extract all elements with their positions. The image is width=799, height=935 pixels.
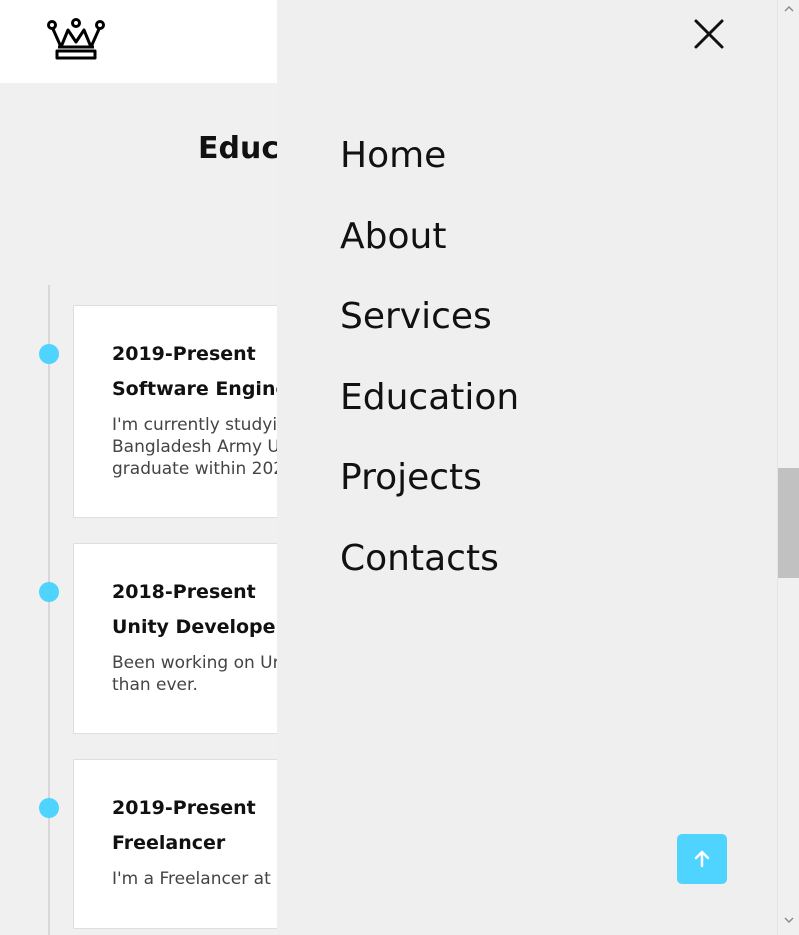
- timeline-description: I'm a Freelancer at U: [112, 869, 289, 889]
- timeline-card: 2019-Present Freelancer I'm a Freelancer…: [73, 759, 293, 929]
- nav-item-projects[interactable]: Projects: [340, 456, 482, 500]
- nav-item-about[interactable]: About: [340, 215, 446, 259]
- scrollbar-thumb[interactable]: [778, 468, 799, 578]
- nav-item-contacts[interactable]: Contacts: [340, 537, 499, 581]
- timeline-card: 2018-Present Unity Developer Been workin…: [73, 543, 293, 734]
- timeline-description: I'm currently studyi Bangladesh Army U g…: [112, 415, 285, 479]
- nav-item-home[interactable]: Home: [340, 134, 446, 178]
- timeline-role: Unity Developer: [112, 616, 285, 638]
- back-to-top-button[interactable]: [677, 834, 727, 884]
- arrow-up-icon: [694, 850, 710, 868]
- scroll-down-arrow-icon[interactable]: [782, 913, 796, 927]
- timeline-dot: [39, 798, 59, 818]
- timeline-dot: [39, 582, 59, 602]
- timeline-dot: [39, 344, 59, 364]
- nav-item-services[interactable]: Services: [340, 295, 492, 339]
- timeline-line: [48, 285, 50, 935]
- close-icon[interactable]: [693, 18, 725, 50]
- timeline-role: Freelancer: [112, 832, 226, 854]
- nav-item-education[interactable]: Education: [340, 376, 519, 420]
- scroll-up-arrow-icon[interactable]: [782, 2, 796, 16]
- site-header: [0, 0, 277, 83]
- timeline-description: Been working on Ur than ever.: [112, 653, 280, 695]
- crown-icon[interactable]: [46, 14, 106, 64]
- timeline-role: Software Enginee: [112, 378, 293, 400]
- timeline-date: 2018-Present: [112, 581, 256, 603]
- timeline-date: 2019-Present: [112, 797, 256, 819]
- timeline-date: 2019-Present: [112, 343, 256, 365]
- timeline-card: 2019-Present Software Enginee I'm curren…: [73, 305, 293, 518]
- vertical-scrollbar[interactable]: [777, 0, 799, 935]
